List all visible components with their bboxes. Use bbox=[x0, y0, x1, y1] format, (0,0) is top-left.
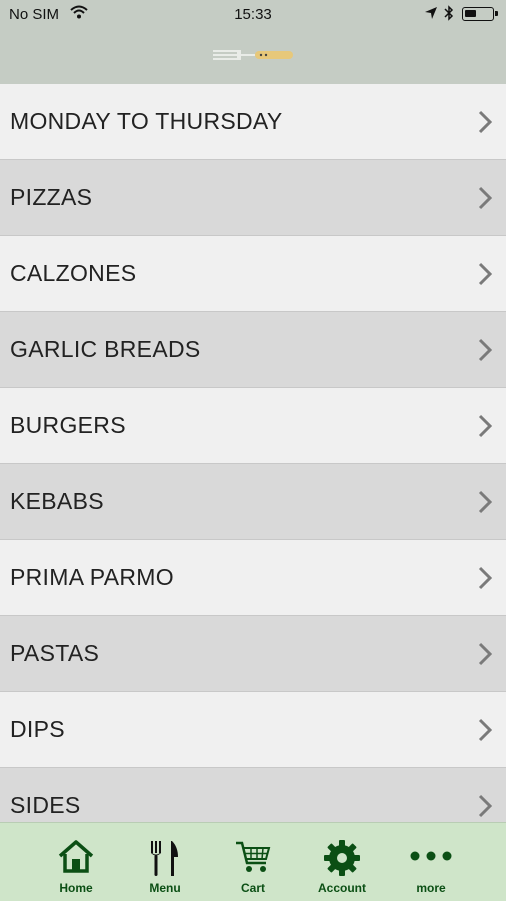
list-item[interactable]: PIZZAS bbox=[0, 160, 506, 236]
chevron-right-icon bbox=[478, 110, 493, 134]
chevron-right-icon bbox=[478, 490, 493, 514]
list-item[interactable]: DIPS bbox=[0, 692, 506, 768]
app-header: No SIM 15:33 bbox=[0, 0, 506, 85]
battery-icon bbox=[462, 7, 498, 21]
tab-cart-label: Cart bbox=[240, 881, 265, 895]
bluetooth-icon bbox=[444, 5, 454, 25]
gear-icon bbox=[297, 839, 387, 877]
chevron-right-icon bbox=[478, 338, 493, 362]
list-item-label: PASTAS bbox=[10, 640, 100, 666]
list-item-label: GARLIC BREADS bbox=[10, 336, 201, 362]
list-item-label: CALZONES bbox=[10, 260, 137, 286]
tab-menu-label: Menu bbox=[149, 881, 181, 895]
tab-cart[interactable]: Cart bbox=[208, 823, 298, 901]
chevron-right-icon bbox=[478, 566, 493, 590]
location-arrow-icon bbox=[424, 6, 438, 24]
menu-category-list: MONDAY TO THURSDAY PIZZAS CALZONES GARLI… bbox=[0, 84, 506, 844]
tab-account-label: Account bbox=[318, 881, 366, 895]
status-bar: No SIM 15:33 bbox=[0, 0, 506, 30]
list-item[interactable]: KEBABS bbox=[0, 464, 506, 540]
list-item-label: PRIMA PARMO bbox=[10, 564, 174, 590]
list-item[interactable]: GARLIC BREADS bbox=[0, 312, 506, 388]
list-item[interactable]: BURGERS bbox=[0, 388, 506, 464]
tab-more-label: more bbox=[416, 881, 446, 895]
chevron-right-icon bbox=[478, 186, 493, 210]
home-icon bbox=[31, 839, 121, 877]
list-item-label: BURGERS bbox=[10, 412, 126, 438]
fork-knife-icon bbox=[120, 839, 210, 877]
list-item[interactable]: PRIMA PARMO bbox=[0, 540, 506, 616]
list-item-label: DIPS bbox=[10, 716, 65, 742]
tab-menu[interactable]: Menu bbox=[120, 823, 210, 901]
chevron-right-icon bbox=[478, 794, 493, 818]
cart-icon bbox=[208, 839, 298, 877]
chevron-right-icon bbox=[478, 262, 493, 286]
more-dots-icon bbox=[386, 839, 476, 877]
tab-home[interactable]: Home bbox=[31, 823, 121, 901]
list-item[interactable]: CALZONES bbox=[0, 236, 506, 312]
bottom-tab-bar: Home Menu Cart Account more bbox=[0, 822, 506, 901]
chevron-right-icon bbox=[478, 414, 493, 438]
tab-more[interactable]: more bbox=[386, 823, 476, 901]
brand-logo bbox=[213, 47, 295, 61]
tab-account[interactable]: Account bbox=[297, 823, 387, 901]
chevron-right-icon bbox=[478, 642, 493, 666]
tab-home-label: Home bbox=[59, 881, 93, 895]
list-item-label: SIDES bbox=[10, 792, 81, 818]
list-item[interactable]: MONDAY TO THURSDAY bbox=[0, 84, 506, 160]
list-item[interactable]: PASTAS bbox=[0, 616, 506, 692]
chevron-right-icon bbox=[478, 718, 493, 742]
list-item-label: PIZZAS bbox=[10, 184, 93, 210]
list-item-label: MONDAY TO THURSDAY bbox=[10, 108, 283, 134]
list-item-label: KEBABS bbox=[10, 488, 104, 514]
